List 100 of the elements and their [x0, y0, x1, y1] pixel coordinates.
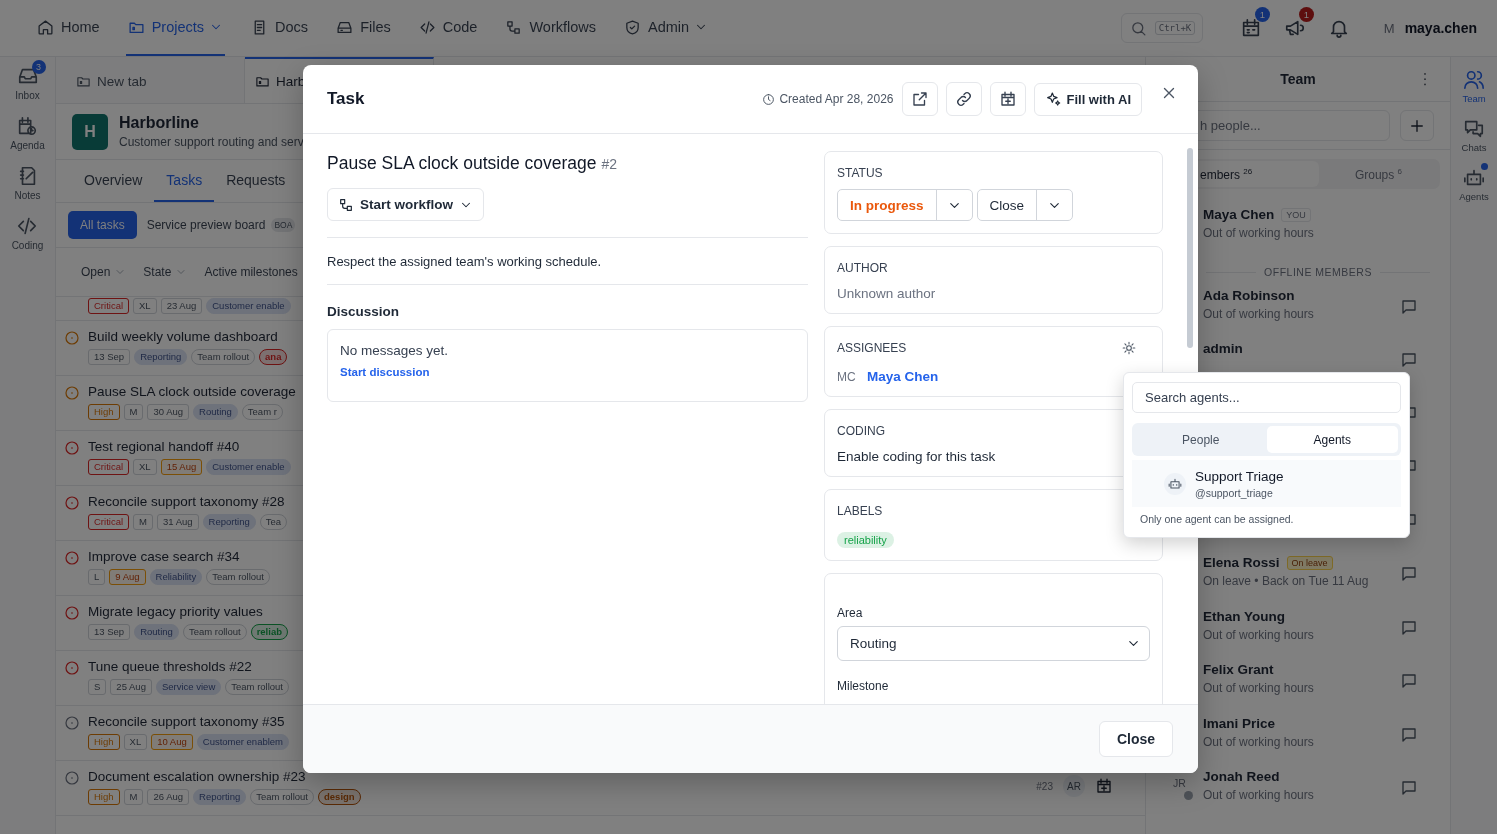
task-number: #23: [1036, 780, 1053, 792]
link-icon: [955, 90, 974, 108]
home-icon: [37, 18, 54, 36]
chat-icon[interactable]: [1400, 565, 1418, 583]
rail-item[interactable]: Agents: [1459, 165, 1489, 202]
nav-item[interactable]: Workflows: [503, 0, 599, 56]
size-tag: S: [88, 679, 107, 695]
area-tag: Routing: [193, 404, 238, 420]
section-tab[interactable]: Requests: [214, 160, 298, 202]
due-date-tag: 30 Aug: [147, 404, 190, 420]
view-button[interactable]: Service preview board: [144, 211, 268, 239]
search-icon: [1129, 19, 1147, 37]
workflow-icon: [338, 196, 354, 213]
field-label: Area: [837, 606, 864, 620]
project-logo: H: [72, 113, 108, 150]
segment-tab[interactable]: Agents: [1266, 426, 1398, 453]
section-heading: OFFLINE MEMBERS: [1256, 266, 1380, 278]
calendar-plus-icon: [999, 90, 1018, 108]
nav-item[interactable]: Home: [35, 0, 102, 56]
created-date: Created Apr 28, 2026: [779, 92, 894, 106]
nav-item[interactable]: Code: [416, 0, 480, 56]
fill-with-ai-button[interactable]: Fill with AI: [1034, 82, 1142, 116]
rail-item[interactable]: Notes: [6, 159, 49, 203]
priority-tag: Critical: [88, 298, 130, 314]
member-name[interactable]: Jonah Reed: [1203, 769, 1280, 784]
due-date-tag: 23 Aug: [160, 298, 203, 314]
area-select[interactable]: Routing: [837, 626, 1150, 661]
member-avatar: JR: [1173, 777, 1186, 789]
member-name[interactable]: admin: [1203, 341, 1243, 356]
rail-item[interactable]: Coding: [3, 209, 52, 253]
nav-item[interactable]: Admin: [622, 0, 711, 56]
rail-item[interactable]: Team: [1462, 67, 1486, 104]
chat-icon[interactable]: [1400, 297, 1418, 316]
project-description: Customer support routing and serv: [119, 135, 304, 149]
label-tag: design: [318, 789, 361, 805]
open-button[interactable]: [902, 82, 939, 116]
notification-dot: [1481, 163, 1488, 170]
agent-option[interactable]: Support Triage @support_triage: [1132, 460, 1401, 507]
schedule-button[interactable]: [990, 82, 1027, 116]
due-date-tag: 25 Aug: [110, 679, 152, 695]
member-name[interactable]: Ada Robinson: [1203, 287, 1295, 303]
member-name[interactable]: Ethan Young: [1203, 608, 1285, 624]
due-date-tag: 31 Aug: [156, 514, 199, 530]
member-status: Out of working hours: [1203, 627, 1315, 642]
calendar-plus-icon[interactable]: [1095, 777, 1113, 795]
user-name[interactable]: maya.chen: [1404, 20, 1477, 36]
project-name: Harborline: [119, 114, 200, 132]
task-description: Respect the assigned team's working schedule.: [327, 254, 603, 269]
section-heading: ASSIGNEES: [837, 341, 907, 355]
offline-dot: [1184, 791, 1193, 800]
settings-icon[interactable]: [1122, 341, 1136, 355]
board-badge: BOA: [271, 218, 296, 232]
due-date-tag: 13 Sep: [88, 349, 131, 365]
rail-item[interactable]: Chats: [1461, 116, 1487, 153]
member-name[interactable]: Elena Rossi: [1203, 555, 1280, 570]
dialog-title: Task: [327, 89, 365, 109]
section-heading: STATUS: [837, 166, 883, 180]
search-button[interactable]: Ctrl+K: [1120, 13, 1203, 43]
chat-icon[interactable]: [1400, 779, 1418, 797]
coding-label: Enable coding for this task: [837, 449, 997, 464]
chat-icon[interactable]: [1400, 351, 1418, 369]
task-title[interactable]: Document escalation ownership #23: [88, 769, 1037, 784]
segment-tab[interactable]: People: [1135, 426, 1267, 453]
start-workflow-button[interactable]: Start workflow: [327, 188, 484, 221]
size-tag: M: [133, 514, 153, 530]
filter-dropdown[interactable]: State: [143, 265, 188, 279]
section-tab[interactable]: Overview: [72, 160, 155, 202]
due-date-tag: 9 Aug: [109, 569, 146, 585]
shortcut-key: Ctrl+K: [1154, 21, 1196, 35]
count-badge: 3: [31, 60, 46, 74]
code-icon: [16, 215, 39, 237]
size-tag: XL: [133, 459, 157, 475]
copy-link-button[interactable]: [946, 82, 983, 116]
member-name[interactable]: Imani Price: [1203, 715, 1276, 731]
assignee-name[interactable]: Maya Chen: [867, 369, 939, 384]
due-date-tag: 26 Aug: [147, 789, 190, 805]
rail-item[interactable]: 3 Inbox: [7, 59, 48, 103]
label-tag: ana: [259, 349, 288, 365]
priority-tag: High: [88, 404, 120, 420]
chat-icon[interactable]: [1400, 618, 1418, 637]
nav-item[interactable]: Docs: [249, 0, 311, 56]
view-button[interactable]: All tasks: [68, 211, 137, 239]
size-tag: XL: [133, 298, 157, 314]
chat-icon[interactable]: [1400, 672, 1418, 690]
nav-item[interactable]: Files: [334, 0, 393, 56]
section-tab[interactable]: Tasks: [154, 160, 215, 202]
member-name[interactable]: Felix Grant: [1203, 662, 1274, 677]
chat-icon[interactable]: [1400, 725, 1418, 744]
filter-dropdown[interactable]: Active milestones: [204, 265, 298, 279]
start-discussion-link[interactable]: Start discussion: [340, 366, 795, 378]
rail-item[interactable]: Agenda: [2, 109, 53, 153]
agent-name: Support Triage: [1195, 469, 1284, 484]
member-name[interactable]: Maya Chen: [1203, 207, 1275, 222]
add-button[interactable]: [1400, 110, 1434, 141]
close-button[interactable]: Close: [1098, 721, 1173, 757]
user-avatar[interactable]: M: [1383, 20, 1395, 36]
scrollbar[interactable]: [1187, 148, 1193, 348]
priority-tag: Critical: [88, 514, 130, 530]
assignee-avatar: MC: [837, 369, 857, 384]
filter-dropdown[interactable]: Open: [81, 265, 127, 279]
